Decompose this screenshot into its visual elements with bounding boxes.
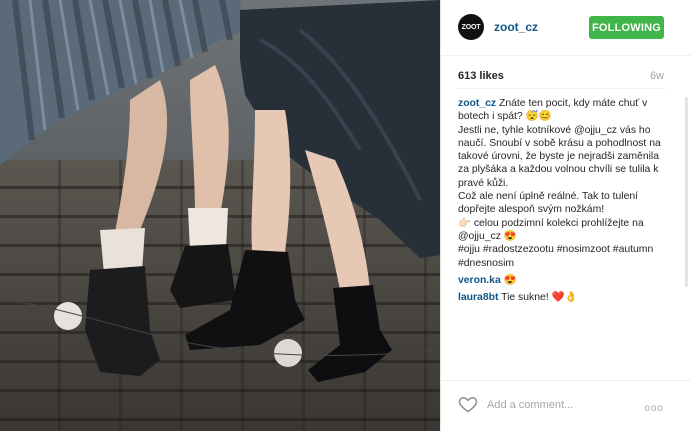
- add-comment-input[interactable]: Add a comment...: [487, 399, 573, 411]
- divider: [458, 88, 665, 89]
- comment-text: Znáte ten pocit, kdy máte chuť v botech …: [458, 98, 661, 269]
- instagram-post-modal: ZOOT zoot_cz FOLLOWING 613 likes 6w zoot…: [0, 0, 691, 431]
- comment-text: 😍: [503, 274, 517, 286]
- likes-count[interactable]: 613 likes: [458, 70, 504, 82]
- caption-comment: zoot_cz Znáte ten pocit, kdy máte chuť v…: [458, 97, 670, 270]
- post-time[interactable]: 6w: [650, 70, 664, 82]
- following-button[interactable]: FOLLOWING: [589, 16, 664, 39]
- avatar[interactable]: ZOOT: [458, 14, 484, 40]
- comments-list: zoot_cz Znáte ten pocit, kdy máte chuť v…: [458, 97, 670, 308]
- post-header: ZOOT zoot_cz FOLLOWING: [441, 0, 691, 56]
- comment: laura8bt Tie sukne! ❤️👌: [458, 291, 670, 304]
- comment-user[interactable]: laura8bt: [458, 292, 498, 303]
- more-options-icon[interactable]: ooo: [644, 403, 664, 414]
- comments-scrollbar[interactable]: [685, 97, 688, 287]
- legs-illustration: [0, 0, 441, 382]
- post-photo[interactable]: [0, 0, 441, 431]
- post-actions: Add a comment... ooo: [441, 380, 691, 431]
- comment-user[interactable]: veron.ka: [458, 275, 501, 286]
- heart-icon[interactable]: [458, 394, 478, 414]
- post-sidebar: ZOOT zoot_cz FOLLOWING 613 likes 6w zoot…: [440, 0, 691, 431]
- comment-user[interactable]: zoot_cz: [458, 98, 496, 109]
- comment-text: Tie sukne! ❤️👌: [501, 292, 578, 304]
- comment: veron.ka 😍: [458, 274, 670, 287]
- username-link[interactable]: zoot_cz: [494, 20, 538, 34]
